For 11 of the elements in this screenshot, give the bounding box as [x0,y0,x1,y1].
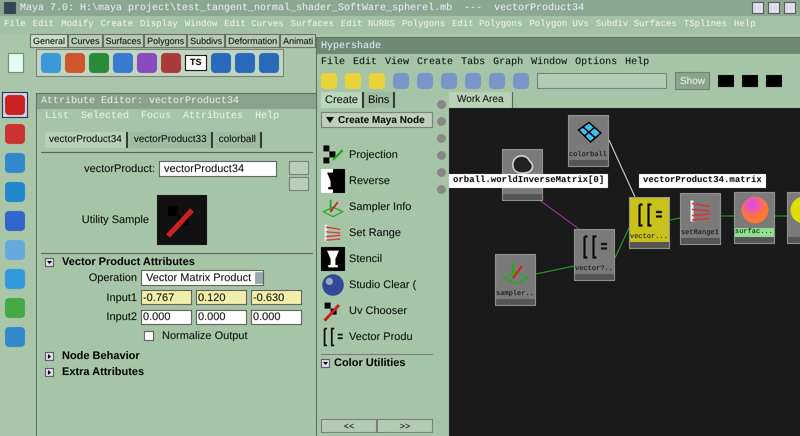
checkbox-label: Normalize Output [162,328,248,344]
window-title-bar: Hypershade [317,38,800,54]
field-label: Utility Sample [80,212,150,228]
field-label: vectorProduct: [83,162,156,177]
window-title: Maya 7.0: H:\maya project\test_tangent_normal_shader_SoftWare_spherel.mb --- vectorProduct34 [20,2,584,16]
field-label: Input1 [105,290,138,306]
window-title-bar: Attribute Editor: vectorProduct34 [37,94,317,109]
field-label: Operation [88,271,138,286]
connection-tooltip: orball.worldInverseMatrix[0] [449,174,608,188]
connection-tooltip: vectorProduct34.matrix [639,174,766,188]
field-label: Input2 [105,310,138,325]
